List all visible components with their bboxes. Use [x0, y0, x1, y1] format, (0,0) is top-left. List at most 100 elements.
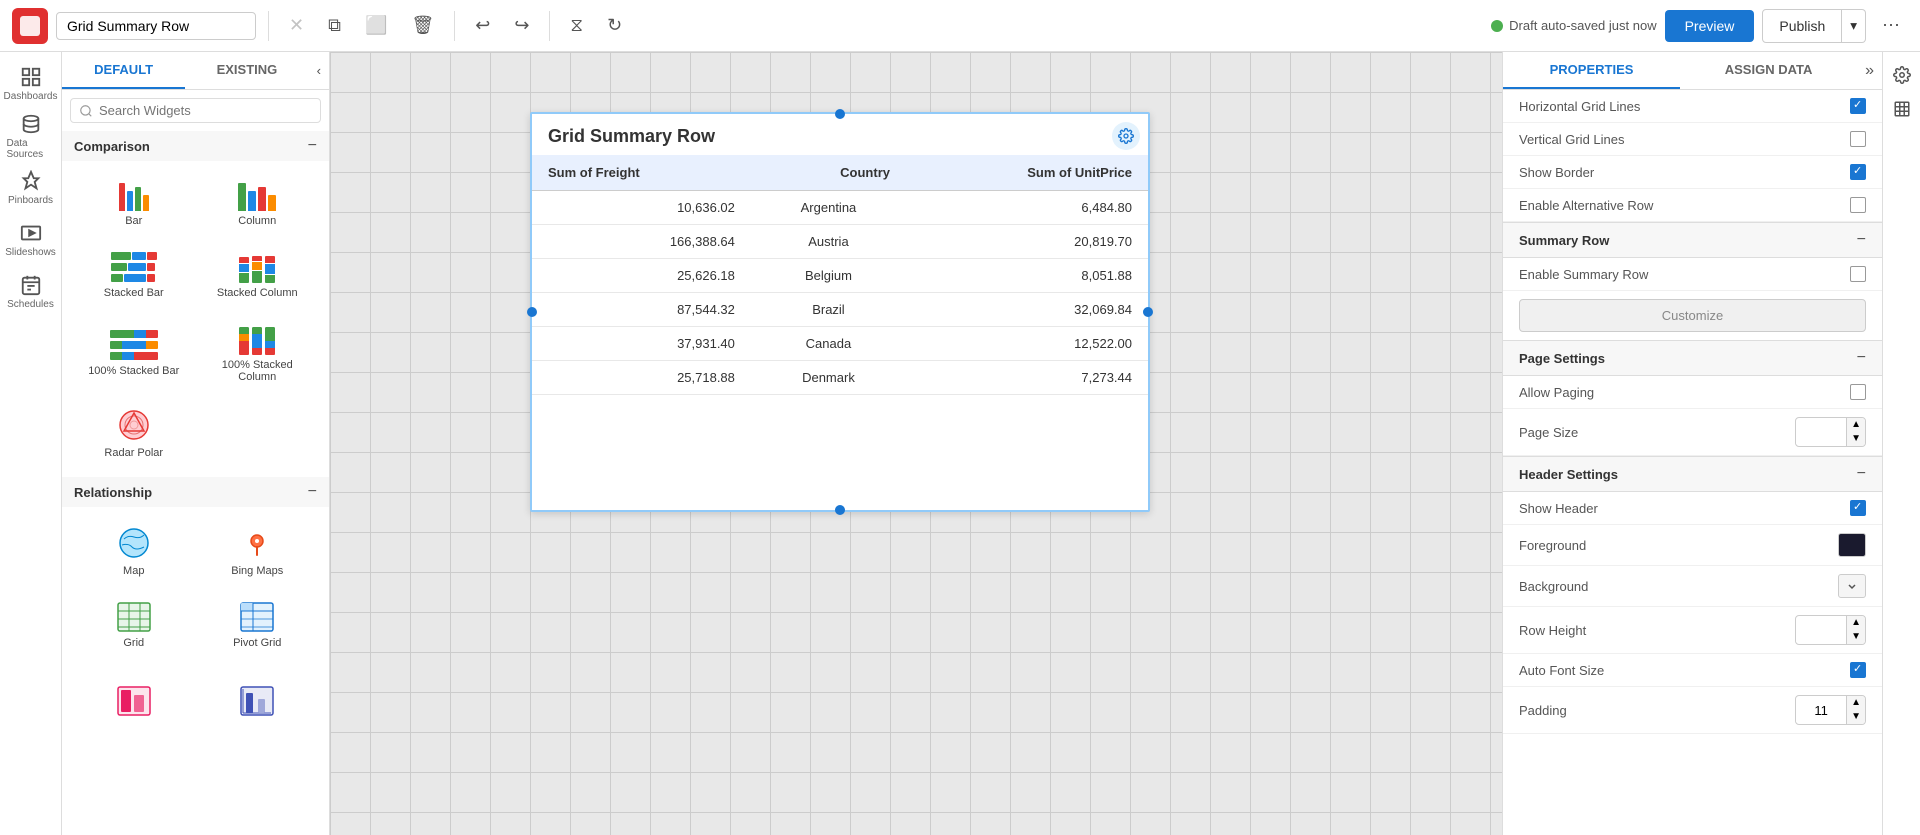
resize-handle-right[interactable]: [1143, 307, 1153, 317]
enable-alt-row-checkbox[interactable]: [1850, 197, 1866, 213]
sidebar-item-dashboards[interactable]: Dashboards: [7, 60, 55, 108]
widget-bing-maps[interactable]: Bing Maps: [198, 515, 318, 587]
sidebar-item-datasources[interactable]: Data Sources: [7, 112, 55, 160]
cell-country: Austria: [751, 225, 906, 259]
widget-extra-1[interactable]: [74, 675, 194, 731]
more-options-button[interactable]: ⋯: [1874, 9, 1908, 42]
page-size-input[interactable]: 100: [1796, 421, 1846, 444]
publish-dropdown-button[interactable]: ▾: [1842, 9, 1866, 43]
cell-unitprice: 6,484.80: [906, 191, 1148, 225]
undo-button[interactable]: ↩: [467, 9, 498, 42]
filter-button[interactable]: ⧖: [562, 9, 591, 42]
page-size-down[interactable]: ▼: [1846, 432, 1865, 446]
canvas-widget-grid[interactable]: Grid Summary Row Sum of Freight Country …: [530, 112, 1150, 512]
tab-properties[interactable]: PROPERTIES: [1503, 52, 1680, 89]
page-size-up[interactable]: ▲: [1846, 418, 1865, 432]
horizontal-grid-lines-checkbox[interactable]: [1850, 98, 1866, 114]
cell-freight: 166,388.64: [532, 225, 751, 259]
widget-100-stacked-bar[interactable]: 100% Stacked Bar: [74, 313, 194, 393]
paste-button[interactable]: ⬜: [357, 9, 395, 42]
sidebar-item-schedules[interactable]: Schedules: [7, 268, 55, 316]
padding-input[interactable]: [1796, 699, 1846, 722]
vertical-grid-lines-label: Vertical Grid Lines: [1519, 132, 1625, 147]
preview-button[interactable]: Preview: [1665, 10, 1755, 42]
prop-background: Background: [1503, 566, 1882, 607]
foreground-color-swatch[interactable]: [1838, 533, 1866, 557]
extra-icon-2: [239, 685, 275, 717]
far-icon-settings[interactable]: [1887, 60, 1917, 90]
show-header-checkbox[interactable]: [1850, 500, 1866, 516]
pivot-grid-icon: [239, 601, 275, 633]
relationship-collapse-button[interactable]: −: [308, 483, 317, 501]
panel-collapse-button[interactable]: ‹: [309, 52, 329, 89]
dashboard-title-input[interactable]: [56, 12, 256, 40]
canvas-area[interactable]: Grid Summary Row Sum of Freight Country …: [330, 52, 1502, 835]
comparison-collapse-button[interactable]: −: [308, 137, 317, 155]
padding-spinner: ▲ ▼: [1795, 695, 1866, 725]
cut-button[interactable]: ✕: [281, 9, 312, 42]
widget-100-stacked-column[interactable]: 100% Stacked Column: [198, 313, 318, 393]
table-body: 10,636.02 Argentina 6,484.80 166,388.64 …: [532, 191, 1148, 395]
copy-button[interactable]: ⧉: [320, 9, 349, 42]
allow-paging-label: Allow Paging: [1519, 385, 1594, 400]
page-size-label: Page Size: [1519, 425, 1578, 440]
sidebar-item-pinboards[interactable]: Pinboards: [7, 164, 55, 212]
page-settings-collapse[interactable]: −: [1857, 349, 1866, 367]
background-color-swatch[interactable]: [1838, 574, 1866, 598]
tab-default[interactable]: DEFAULT: [62, 52, 185, 89]
grid-icon: [116, 601, 152, 633]
col-header-country[interactable]: Country: [751, 155, 906, 191]
customize-button[interactable]: Customize: [1519, 299, 1866, 332]
summary-row-collapse[interactable]: −: [1857, 231, 1866, 249]
tab-existing[interactable]: EXISTING: [185, 52, 308, 89]
search-icon: [79, 104, 93, 118]
publish-button[interactable]: Publish: [1762, 9, 1842, 43]
header-settings-section: Header Settings −: [1503, 456, 1882, 492]
delete-button[interactable]: 🗑: [403, 9, 442, 42]
relationship-widget-grid: Map Bing Maps: [62, 507, 329, 667]
header-settings-collapse[interactable]: −: [1857, 465, 1866, 483]
auto-font-size-checkbox[interactable]: [1850, 662, 1866, 678]
widget-map[interactable]: Map: [74, 515, 194, 587]
sidebar-item-slideshows[interactable]: Slideshows: [7, 216, 55, 264]
widget-settings-button[interactable]: [1112, 122, 1140, 150]
row-height-down[interactable]: ▼: [1846, 630, 1865, 644]
allow-paging-checkbox[interactable]: [1850, 384, 1866, 400]
row-height-up[interactable]: ▲: [1846, 616, 1865, 630]
widget-extra-2[interactable]: [198, 675, 318, 731]
resize-handle-bottom[interactable]: [835, 505, 845, 515]
padding-up[interactable]: ▲: [1846, 696, 1865, 710]
widget-radar-polar[interactable]: Radar Polar: [74, 397, 194, 469]
right-panel-expand-button[interactable]: »: [1857, 54, 1882, 88]
show-border-checkbox[interactable]: [1850, 164, 1866, 180]
col-header-unitprice[interactable]: Sum of UnitPrice: [906, 155, 1148, 191]
vertical-grid-lines-checkbox[interactable]: [1850, 131, 1866, 147]
resize-handle-top[interactable]: [835, 109, 845, 119]
far-icon-table[interactable]: [1887, 94, 1917, 124]
panel-tabs: DEFAULT EXISTING ‹: [62, 52, 329, 90]
padding-down[interactable]: ▼: [1846, 710, 1865, 724]
widget-stacked-bar[interactable]: Stacked Bar: [74, 241, 194, 309]
row-height-spinner-buttons: ▲ ▼: [1846, 616, 1865, 644]
widget-pivot-grid[interactable]: Pivot Grid: [198, 591, 318, 659]
prop-show-header: Show Header: [1503, 492, 1882, 525]
refresh-button[interactable]: ↻: [599, 9, 630, 42]
enable-summary-row-checkbox[interactable]: [1850, 266, 1866, 282]
search-input[interactable]: [99, 103, 312, 118]
resize-handle-left[interactable]: [527, 307, 537, 317]
widget-stacked-column[interactable]: Stacked Column: [198, 241, 318, 309]
col-header-freight[interactable]: Sum of Freight: [532, 155, 751, 191]
widget-bar[interactable]: Bar: [74, 169, 194, 237]
show-header-label: Show Header: [1519, 501, 1598, 516]
padding-label: Padding: [1519, 703, 1567, 718]
redo-button[interactable]: ↪: [506, 9, 537, 42]
widget-grid[interactable]: Grid: [74, 591, 194, 659]
widget-column[interactable]: Column: [198, 169, 318, 237]
row-height-input[interactable]: 42: [1796, 619, 1846, 642]
table-header-row: Sum of Freight Country Sum of UnitPrice: [532, 155, 1148, 191]
status-text: Draft auto-saved just now: [1509, 18, 1656, 33]
table-row: 37,931.40 Canada 12,522.00: [532, 327, 1148, 361]
prop-enable-summary-row: Enable Summary Row: [1503, 258, 1882, 291]
right-panel-body: Horizontal Grid Lines Vertical Grid Line…: [1503, 90, 1882, 835]
tab-assign-data[interactable]: ASSIGN DATA: [1680, 52, 1857, 89]
